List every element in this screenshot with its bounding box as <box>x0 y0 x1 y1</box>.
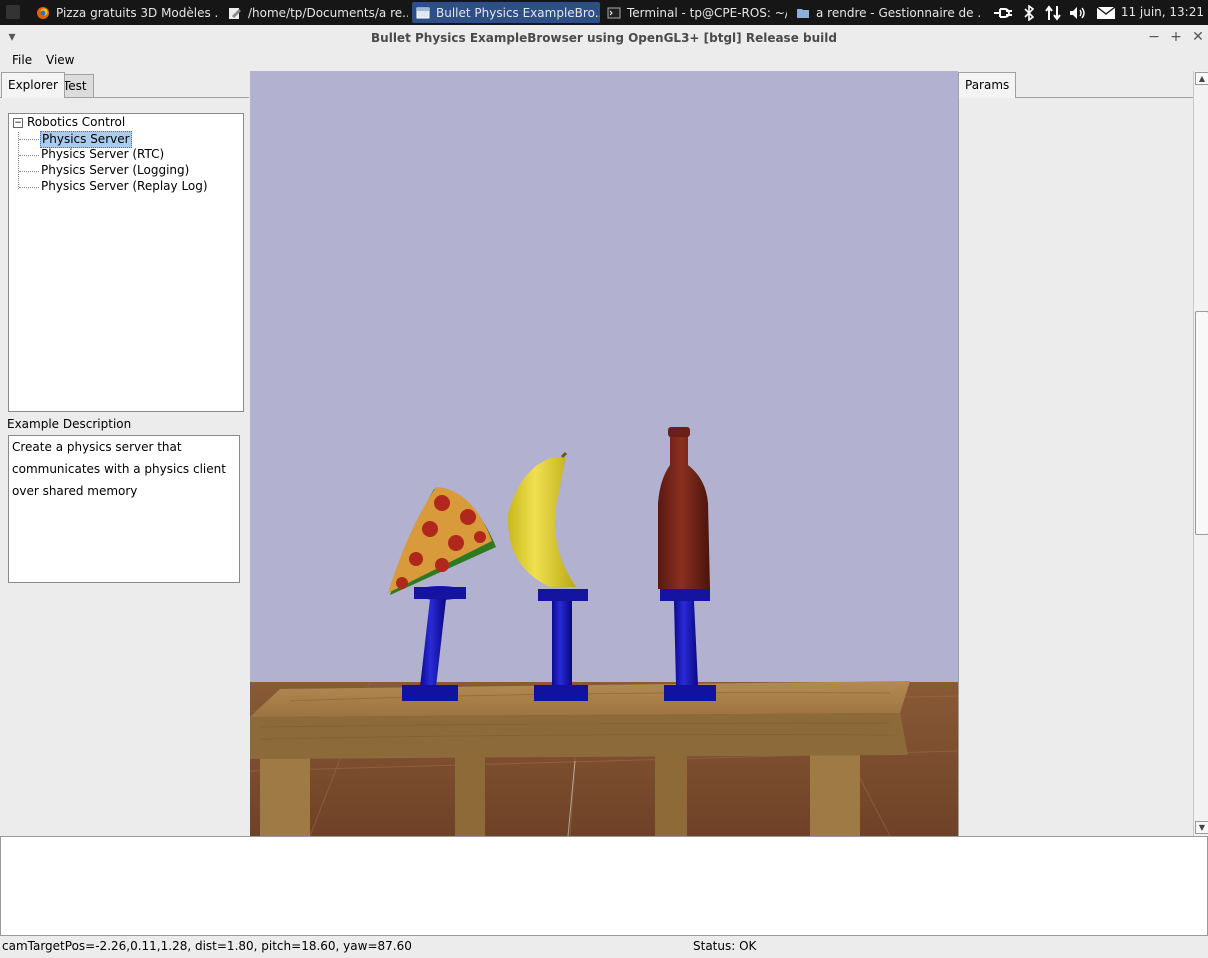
status-bar: camTargetPos=-2.26,0.11,1.28, dist=1.80,… <box>0 936 1208 958</box>
task-label: /home/tp/Documents/a re... <box>248 5 408 20</box>
params-panel: Params <box>958 71 1194 837</box>
bluetooth-icon[interactable] <box>1022 4 1036 21</box>
mail-icon[interactable] <box>1096 5 1116 20</box>
window-title: Bullet Physics ExampleBrowser using Open… <box>371 31 837 45</box>
folder-icon <box>797 8 809 18</box>
minimize-icon[interactable]: − <box>1146 29 1162 45</box>
network-icon[interactable] <box>1044 4 1062 21</box>
tree-guide-line <box>19 187 39 188</box>
table-top-edge <box>250 713 908 759</box>
volume-icon[interactable] <box>1068 5 1088 21</box>
description-line: communicates with a physics client <box>12 462 226 476</box>
window-titlebar[interactable]: ▾ Bullet Physics ExampleBrowser using Op… <box>0 25 1208 52</box>
task-file-manager[interactable]: a rendre - Gestionnaire de ... <box>792 2 982 23</box>
tab-params[interactable]: Params <box>958 72 1017 98</box>
table-leg <box>455 751 485 836</box>
task-label: a rendre - Gestionnaire de ... <box>816 5 982 20</box>
params-tab-content <box>958 97 1194 837</box>
tree-guide-line <box>19 155 39 156</box>
task-text-editor[interactable]: /home/tp/Documents/a re... <box>224 2 408 23</box>
power-plug-icon[interactable] <box>992 6 1014 20</box>
scrollbar-thumb[interactable] <box>1195 311 1208 535</box>
task-firefox[interactable]: Pizza gratuits 3D Modèles ... <box>32 2 218 23</box>
text-editor-icon <box>229 7 241 19</box>
camera-info: camTargetPos=-2.26,0.11,1.28, dist=1.80,… <box>2 939 412 953</box>
tree-guide-line <box>18 132 19 189</box>
maximize-icon[interactable]: + <box>1168 29 1184 45</box>
menu-view[interactable]: View <box>46 53 74 67</box>
menu-bar: File View <box>0 51 1208 71</box>
opengl-viewport[interactable] <box>250 71 958 836</box>
description-label: Example Description <box>7 417 132 431</box>
table-leg <box>810 751 860 836</box>
task-terminal[interactable]: Terminal - tp@CPE-ROS: ~/... <box>603 2 787 23</box>
status-text: Status: OK <box>693 939 757 953</box>
console-output[interactable] <box>0 836 1208 936</box>
example-tree: − Robotics Control Physics Server Physic… <box>8 113 244 412</box>
explorer-panel: Explorer Test − Robotics Control Physics… <box>0 71 251 837</box>
tree-item-physics-server-rtc[interactable]: Physics Server (RTC) <box>41 147 164 162</box>
terminal-icon <box>607 7 621 18</box>
menu-file[interactable]: File <box>12 53 32 67</box>
tree-guide-line <box>19 139 39 140</box>
tree-root-robotics-control[interactable]: Robotics Control <box>27 115 125 130</box>
table-leg <box>655 751 687 836</box>
description-box: Create a physics server that communicate… <box>8 435 240 583</box>
banana <box>507 451 576 587</box>
close-icon[interactable]: ✕ <box>1190 29 1206 45</box>
tree-item-physics-server-logging[interactable]: Physics Server (Logging) <box>41 163 189 178</box>
tree-item-physics-server[interactable]: Physics Server <box>40 131 132 148</box>
table-leg <box>260 751 310 836</box>
tree-item-physics-server-replay-log[interactable]: Physics Server (Replay Log) <box>41 179 208 194</box>
description-line: Create a physics server that <box>12 440 182 454</box>
system-taskbar: Pizza gratuits 3D Modèles ... /home/tp/D… <box>0 0 1208 25</box>
window-icon <box>416 7 430 18</box>
pizza-slice <box>388 487 496 595</box>
collapse-toggle-icon[interactable]: − <box>13 118 23 128</box>
scroll-down-icon[interactable]: ▼ <box>1195 821 1208 834</box>
tab-explorer[interactable]: Explorer <box>1 72 65 98</box>
task-label: Terminal - tp@CPE-ROS: ~/... <box>627 5 787 20</box>
tree-guide-line <box>19 171 39 172</box>
app-menu-icon[interactable] <box>6 5 20 19</box>
system-tray <box>992 0 1116 25</box>
scroll-up-icon[interactable]: ▲ <box>1195 72 1208 85</box>
clock[interactable]: 11 juin, 13:21 <box>1121 0 1204 25</box>
description-line: over shared memory <box>12 484 138 498</box>
task-label: Bullet Physics ExampleBro... <box>436 5 600 20</box>
firefox-icon <box>37 6 49 19</box>
bottle <box>658 427 710 589</box>
task-label: Pizza gratuits 3D Modèles ... <box>56 5 218 20</box>
scene-render <box>250 427 958 836</box>
task-bullet-browser[interactable]: Bullet Physics ExampleBro... <box>412 2 600 23</box>
params-scrollbar[interactable]: ▲ ▼ <box>1193 71 1208 836</box>
